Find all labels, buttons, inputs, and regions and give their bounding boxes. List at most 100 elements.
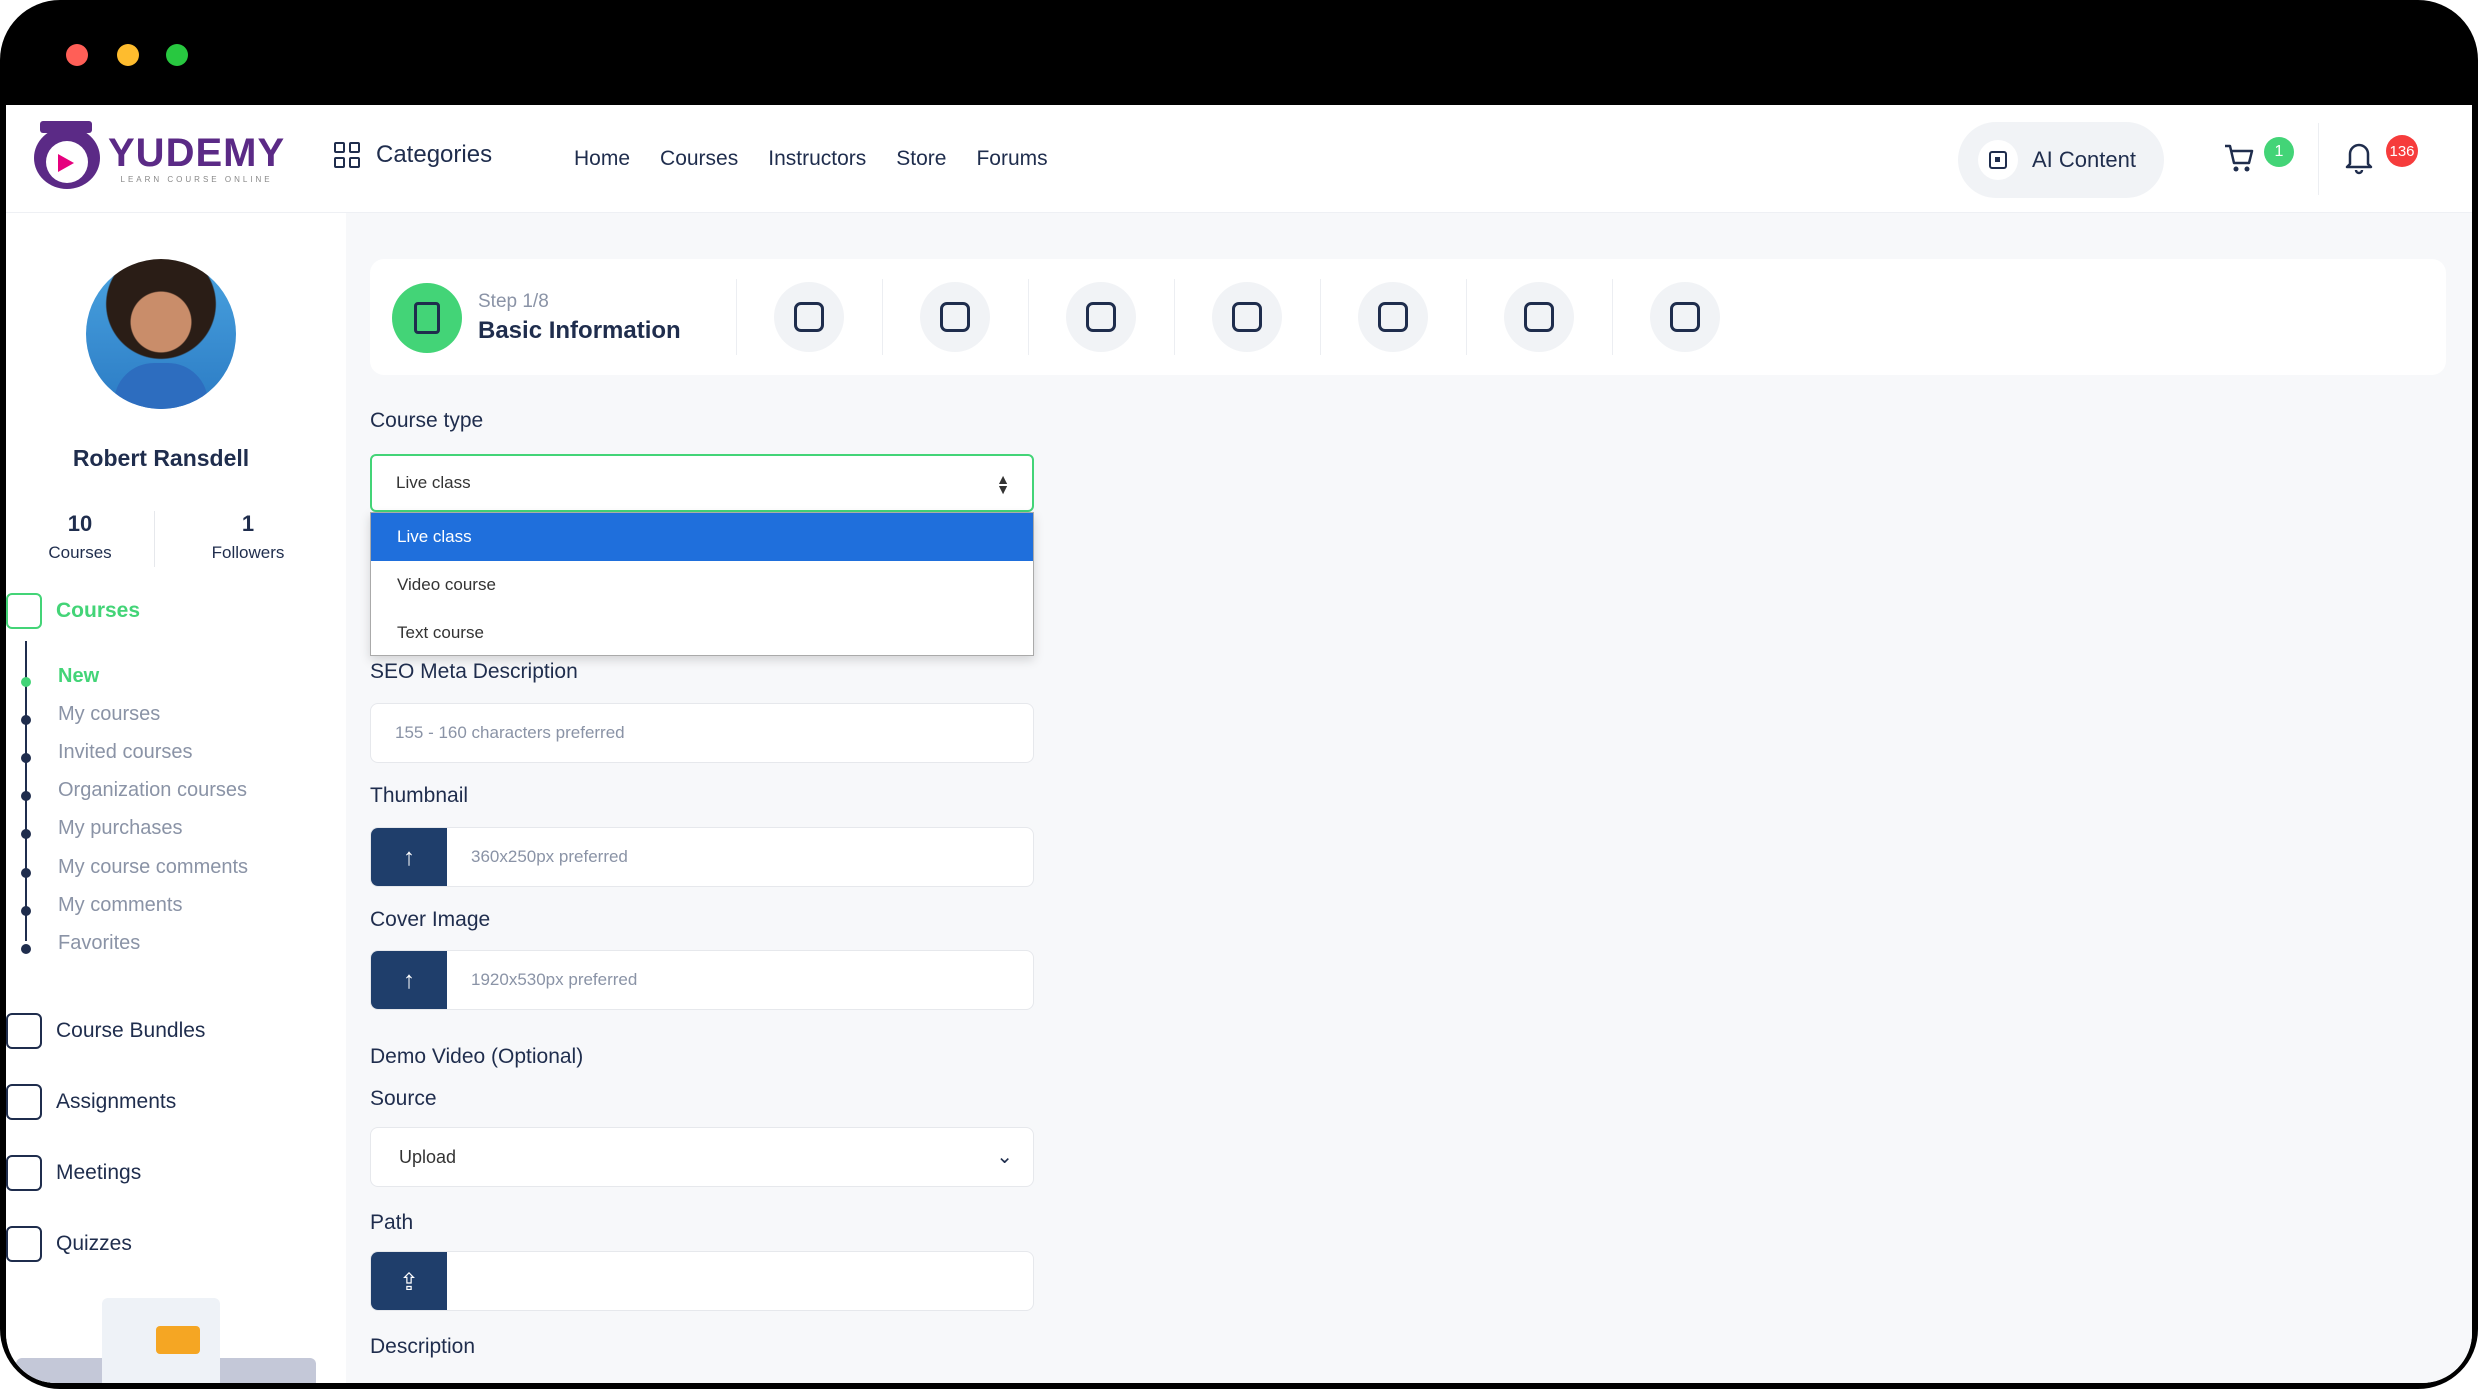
step-7-ticket[interactable] bbox=[1504, 282, 1574, 352]
thumbnail-input[interactable]: ↑ 360x250px preferred bbox=[370, 827, 1034, 887]
cover-image-label: Cover Image bbox=[370, 908, 491, 931]
grid-icon bbox=[334, 142, 360, 168]
demo-video-label: Demo Video (Optional) bbox=[370, 1045, 584, 1068]
description-label: Description bbox=[370, 1335, 476, 1358]
arrow-up-icon[interactable]: ↑ bbox=[371, 951, 447, 1009]
step-5-video[interactable] bbox=[1212, 282, 1282, 352]
presentation-icon bbox=[6, 1155, 42, 1191]
nav-courses[interactable]: Courses bbox=[660, 147, 738, 171]
sidebar-item-course-bundles[interactable]: Course Bundles bbox=[6, 1013, 205, 1049]
step-divider bbox=[1612, 279, 1613, 355]
seo-meta-label: SEO Meta Description bbox=[370, 660, 578, 683]
stat-followers: 1 Followers bbox=[178, 511, 318, 563]
updown-arrows-icon: ▲ ▼ bbox=[996, 471, 1010, 497]
wallet-icon bbox=[940, 302, 970, 332]
video-play-icon bbox=[156, 1326, 200, 1354]
source-select[interactable]: Upload ⌄ bbox=[370, 1127, 1034, 1187]
avatar[interactable] bbox=[86, 259, 236, 409]
sidebar-subitem-favorites[interactable]: Favorites bbox=[58, 932, 140, 955]
sidebar-subitem-my-courses[interactable]: My courses bbox=[58, 703, 160, 726]
sidebar-item-course-bundles-label: Course Bundles bbox=[56, 1019, 206, 1042]
sidebar-subitem-organization-courses[interactable]: Organization courses bbox=[58, 779, 247, 802]
submenu-dot bbox=[21, 791, 31, 801]
arrow-up-icon[interactable]: ↑ bbox=[371, 828, 447, 886]
notification-count-badge: 136 bbox=[2386, 135, 2418, 167]
sidebar-item-courses[interactable]: Courses bbox=[6, 593, 140, 629]
sidebar-item-meetings[interactable]: Meetings bbox=[6, 1155, 141, 1191]
nav-home[interactable]: Home bbox=[574, 147, 630, 171]
courses-icon bbox=[6, 593, 42, 629]
submenu-dot bbox=[21, 715, 31, 725]
sidebar-item-quizzes[interactable]: Quizzes bbox=[6, 1226, 132, 1262]
course-type-value: Live class bbox=[396, 473, 471, 492]
step-divider bbox=[736, 279, 737, 355]
categories-menu[interactable]: Categories bbox=[334, 141, 492, 169]
step-8-shield[interactable] bbox=[1650, 282, 1720, 352]
seo-meta-input[interactable]: 155 - 160 characters preferred bbox=[370, 703, 1034, 763]
feather-icon bbox=[6, 1084, 42, 1120]
window-close-button[interactable] bbox=[66, 44, 88, 66]
window-maximize-button[interactable] bbox=[166, 44, 188, 66]
sidebar: Robert Ransdell 10 Courses 1 Followers C… bbox=[6, 213, 346, 1383]
bell-icon[interactable] bbox=[2342, 139, 2376, 175]
cart-icon[interactable] bbox=[2222, 141, 2256, 175]
course-type-select[interactable]: Live class ▲ ▼ bbox=[370, 454, 1034, 512]
cart-count-badge: 1 bbox=[2264, 137, 2294, 167]
step-counter: Step 1/8 bbox=[478, 291, 549, 312]
checkbox-icon bbox=[1378, 302, 1408, 332]
cubes-icon bbox=[6, 1013, 42, 1049]
option-live-class[interactable]: Live class bbox=[371, 513, 1033, 561]
sidebar-item-assignments[interactable]: Assignments bbox=[6, 1084, 176, 1120]
course-type-dropdown: Live class Video course Text course bbox=[370, 512, 1034, 656]
submenu-dot bbox=[21, 944, 31, 954]
ai-content-button[interactable]: AI Content bbox=[1958, 122, 2164, 198]
thumbnail-placeholder: 360x250px preferred bbox=[471, 847, 628, 866]
stat-courses-value: 10 bbox=[67, 511, 93, 536]
step-6-checklist[interactable] bbox=[1358, 282, 1428, 352]
nav-forums[interactable]: Forums bbox=[976, 147, 1047, 171]
brand-logo[interactable]: YUDEMY LEARN COURSE ONLINE bbox=[34, 121, 286, 189]
promo-illustration bbox=[16, 1298, 316, 1383]
option-video-course[interactable]: Video course bbox=[371, 561, 1033, 609]
step-4-folder[interactable] bbox=[1066, 282, 1136, 352]
submenu-dot bbox=[21, 753, 31, 763]
sidebar-subitem-invited-courses[interactable]: Invited courses bbox=[58, 741, 193, 764]
nav-store[interactable]: Store bbox=[896, 147, 946, 171]
file-add-icon bbox=[794, 302, 824, 332]
step-divider bbox=[1320, 279, 1321, 355]
step-divider bbox=[882, 279, 883, 355]
brand-tagline: LEARN COURSE ONLINE bbox=[120, 174, 273, 184]
quiz-icon bbox=[6, 1226, 42, 1262]
shield-check-icon bbox=[1670, 302, 1700, 332]
main-nav: Home Courses Instructors Store Forums bbox=[574, 147, 1048, 171]
window-minimize-button[interactable] bbox=[117, 44, 139, 66]
course-type-label: Course type bbox=[370, 409, 484, 432]
sidebar-item-assignments-label: Assignments bbox=[56, 1090, 177, 1113]
top-header: YUDEMY LEARN COURSE ONLINE Categories Ho… bbox=[6, 105, 2472, 213]
cover-image-input[interactable]: ↑ 1920x530px preferred bbox=[370, 950, 1034, 1010]
step-basic-information[interactable]: Step 1/8 Basic Information bbox=[392, 283, 681, 353]
cover-image-placeholder: 1920x530px preferred bbox=[471, 970, 638, 989]
sidebar-subitem-my-course-comments[interactable]: My course comments bbox=[58, 856, 248, 879]
submenu-dot bbox=[21, 906, 31, 916]
option-text-course[interactable]: Text course bbox=[371, 609, 1033, 657]
step-2-file-add[interactable] bbox=[774, 282, 844, 352]
sidebar-subitem-new[interactable]: New bbox=[58, 665, 99, 688]
device-frame: YUDEMY LEARN COURSE ONLINE Categories Ho… bbox=[0, 0, 2478, 1389]
user-name: Robert Ransdell bbox=[72, 445, 250, 471]
upload-icon[interactable]: ⇪ bbox=[371, 1252, 447, 1310]
sidebar-subitem-my-comments[interactable]: My comments bbox=[58, 894, 182, 917]
nav-instructors[interactable]: Instructors bbox=[768, 147, 866, 171]
sidebar-item-meetings-label: Meetings bbox=[56, 1161, 142, 1184]
stat-followers-label: Followers bbox=[211, 543, 285, 562]
stat-courses-label: Courses bbox=[48, 543, 112, 562]
sidebar-subitem-my-purchases[interactable]: My purchases bbox=[58, 817, 183, 840]
logo-play-icon bbox=[34, 121, 100, 189]
step-3-wallet[interactable] bbox=[920, 282, 990, 352]
step-divider bbox=[1466, 279, 1467, 355]
video-camera-icon bbox=[1232, 302, 1262, 332]
ai-content-label: AI Content bbox=[2032, 147, 2136, 172]
ticket-star-icon bbox=[1524, 302, 1554, 332]
path-input[interactable]: ⇪ bbox=[370, 1251, 1034, 1311]
brand-name: YUDEMY bbox=[108, 130, 286, 175]
